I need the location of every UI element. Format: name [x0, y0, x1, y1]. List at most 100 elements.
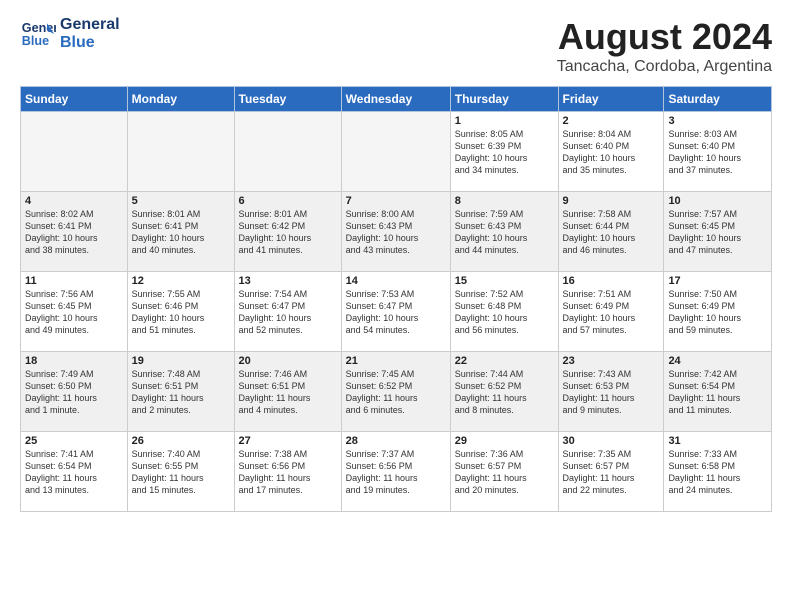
header-tuesday: Tuesday: [234, 87, 341, 112]
day-info: Sunrise: 8:04 AM Sunset: 6:40 PM Dayligh…: [563, 128, 660, 177]
day-info: Sunrise: 8:01 AM Sunset: 6:42 PM Dayligh…: [239, 208, 337, 257]
day-info: Sunrise: 7:38 AM Sunset: 6:56 PM Dayligh…: [239, 448, 337, 497]
day-number: 10: [668, 195, 767, 207]
day-info: Sunrise: 7:35 AM Sunset: 6:57 PM Dayligh…: [563, 448, 660, 497]
day-number: 5: [132, 195, 230, 207]
calendar-day-cell: 16Sunrise: 7:51 AM Sunset: 6:49 PM Dayli…: [558, 272, 664, 352]
day-number: 8: [455, 195, 554, 207]
calendar-body: 1Sunrise: 8:05 AM Sunset: 6:39 PM Daylig…: [21, 112, 772, 512]
calendar-day-cell: 25Sunrise: 7:41 AM Sunset: 6:54 PM Dayli…: [21, 432, 128, 512]
day-number: 20: [239, 355, 337, 367]
calendar-day-cell: 10Sunrise: 7:57 AM Sunset: 6:45 PM Dayli…: [664, 192, 772, 272]
day-info: Sunrise: 7:56 AM Sunset: 6:45 PM Dayligh…: [25, 288, 123, 337]
logo: General Blue General Blue: [20, 16, 120, 52]
month-year-title: August 2024: [557, 16, 772, 58]
day-info: Sunrise: 7:33 AM Sunset: 6:58 PM Dayligh…: [668, 448, 767, 497]
day-number: 29: [455, 435, 554, 447]
day-number: 11: [25, 275, 123, 287]
calendar-day-cell: 22Sunrise: 7:44 AM Sunset: 6:52 PM Dayli…: [450, 352, 558, 432]
day-info: Sunrise: 7:46 AM Sunset: 6:51 PM Dayligh…: [239, 368, 337, 417]
day-number: 15: [455, 275, 554, 287]
calendar-week-row: 1Sunrise: 8:05 AM Sunset: 6:39 PM Daylig…: [21, 112, 772, 192]
calendar-day-cell: 6Sunrise: 8:01 AM Sunset: 6:42 PM Daylig…: [234, 192, 341, 272]
logo-icon: General Blue: [20, 16, 56, 52]
calendar-week-row: 25Sunrise: 7:41 AM Sunset: 6:54 PM Dayli…: [21, 432, 772, 512]
logo-general: General: [60, 16, 120, 34]
day-info: Sunrise: 7:57 AM Sunset: 6:45 PM Dayligh…: [668, 208, 767, 257]
header-thursday: Thursday: [450, 87, 558, 112]
calendar-day-cell: 11Sunrise: 7:56 AM Sunset: 6:45 PM Dayli…: [21, 272, 128, 352]
day-number: 9: [563, 195, 660, 207]
calendar-day-cell: 5Sunrise: 8:01 AM Sunset: 6:41 PM Daylig…: [127, 192, 234, 272]
calendar-day-cell: 31Sunrise: 7:33 AM Sunset: 6:58 PM Dayli…: [664, 432, 772, 512]
day-number: 30: [563, 435, 660, 447]
day-number: 24: [668, 355, 767, 367]
calendar-day-cell: 13Sunrise: 7:54 AM Sunset: 6:47 PM Dayli…: [234, 272, 341, 352]
day-info: Sunrise: 8:05 AM Sunset: 6:39 PM Dayligh…: [455, 128, 554, 177]
calendar-day-cell: [21, 112, 128, 192]
day-number: 19: [132, 355, 230, 367]
calendar-day-cell: 28Sunrise: 7:37 AM Sunset: 6:56 PM Dayli…: [341, 432, 450, 512]
day-info: Sunrise: 7:49 AM Sunset: 6:50 PM Dayligh…: [25, 368, 123, 417]
day-number: 6: [239, 195, 337, 207]
calendar-day-cell: 29Sunrise: 7:36 AM Sunset: 6:57 PM Dayli…: [450, 432, 558, 512]
day-number: 1: [455, 115, 554, 127]
day-number: 25: [25, 435, 123, 447]
day-info: Sunrise: 8:02 AM Sunset: 6:41 PM Dayligh…: [25, 208, 123, 257]
calendar-day-cell: 17Sunrise: 7:50 AM Sunset: 6:49 PM Dayli…: [664, 272, 772, 352]
calendar-day-cell: 3Sunrise: 8:03 AM Sunset: 6:40 PM Daylig…: [664, 112, 772, 192]
day-number: 7: [346, 195, 446, 207]
calendar-day-cell: 9Sunrise: 7:58 AM Sunset: 6:44 PM Daylig…: [558, 192, 664, 272]
calendar-day-cell: 21Sunrise: 7:45 AM Sunset: 6:52 PM Dayli…: [341, 352, 450, 432]
calendar-day-cell: [127, 112, 234, 192]
header-sunday: Sunday: [21, 87, 128, 112]
location-label: Tancacha, Cordoba, Argentina: [557, 58, 772, 76]
day-number: 16: [563, 275, 660, 287]
day-number: 13: [239, 275, 337, 287]
calendar-day-cell: 26Sunrise: 7:40 AM Sunset: 6:55 PM Dayli…: [127, 432, 234, 512]
logo-blue: Blue: [60, 34, 120, 52]
header-saturday: Saturday: [664, 87, 772, 112]
calendar-week-row: 18Sunrise: 7:49 AM Sunset: 6:50 PM Dayli…: [21, 352, 772, 432]
day-info: Sunrise: 7:42 AM Sunset: 6:54 PM Dayligh…: [668, 368, 767, 417]
page: General Blue General Blue August 2024 Ta…: [0, 0, 792, 522]
day-info: Sunrise: 7:55 AM Sunset: 6:46 PM Dayligh…: [132, 288, 230, 337]
day-number: 26: [132, 435, 230, 447]
calendar-day-cell: 30Sunrise: 7:35 AM Sunset: 6:57 PM Dayli…: [558, 432, 664, 512]
day-number: 31: [668, 435, 767, 447]
day-info: Sunrise: 7:45 AM Sunset: 6:52 PM Dayligh…: [346, 368, 446, 417]
day-number: 28: [346, 435, 446, 447]
day-number: 2: [563, 115, 660, 127]
calendar-day-cell: 24Sunrise: 7:42 AM Sunset: 6:54 PM Dayli…: [664, 352, 772, 432]
day-info: Sunrise: 7:54 AM Sunset: 6:47 PM Dayligh…: [239, 288, 337, 337]
day-number: 3: [668, 115, 767, 127]
calendar-day-cell: 8Sunrise: 7:59 AM Sunset: 6:43 PM Daylig…: [450, 192, 558, 272]
title-block: August 2024 Tancacha, Cordoba, Argentina: [557, 16, 772, 76]
day-number: 18: [25, 355, 123, 367]
day-info: Sunrise: 7:52 AM Sunset: 6:48 PM Dayligh…: [455, 288, 554, 337]
day-info: Sunrise: 7:37 AM Sunset: 6:56 PM Dayligh…: [346, 448, 446, 497]
day-number: 22: [455, 355, 554, 367]
calendar-day-cell: 12Sunrise: 7:55 AM Sunset: 6:46 PM Dayli…: [127, 272, 234, 352]
calendar-header: Sunday Monday Tuesday Wednesday Thursday…: [21, 87, 772, 112]
day-info: Sunrise: 7:36 AM Sunset: 6:57 PM Dayligh…: [455, 448, 554, 497]
day-info: Sunrise: 7:44 AM Sunset: 6:52 PM Dayligh…: [455, 368, 554, 417]
header-wednesday: Wednesday: [341, 87, 450, 112]
weekday-header-row: Sunday Monday Tuesday Wednesday Thursday…: [21, 87, 772, 112]
svg-text:Blue: Blue: [22, 34, 49, 48]
calendar-day-cell: 7Sunrise: 8:00 AM Sunset: 6:43 PM Daylig…: [341, 192, 450, 272]
calendar-week-row: 11Sunrise: 7:56 AM Sunset: 6:45 PM Dayli…: [21, 272, 772, 352]
day-number: 21: [346, 355, 446, 367]
day-info: Sunrise: 7:48 AM Sunset: 6:51 PM Dayligh…: [132, 368, 230, 417]
header-monday: Monday: [127, 87, 234, 112]
day-info: Sunrise: 7:50 AM Sunset: 6:49 PM Dayligh…: [668, 288, 767, 337]
day-info: Sunrise: 8:01 AM Sunset: 6:41 PM Dayligh…: [132, 208, 230, 257]
day-number: 17: [668, 275, 767, 287]
calendar-day-cell: 4Sunrise: 8:02 AM Sunset: 6:41 PM Daylig…: [21, 192, 128, 272]
day-number: 23: [563, 355, 660, 367]
calendar-day-cell: [341, 112, 450, 192]
header-friday: Friday: [558, 87, 664, 112]
calendar-day-cell: 23Sunrise: 7:43 AM Sunset: 6:53 PM Dayli…: [558, 352, 664, 432]
calendar-day-cell: 2Sunrise: 8:04 AM Sunset: 6:40 PM Daylig…: [558, 112, 664, 192]
calendar-table: Sunday Monday Tuesday Wednesday Thursday…: [20, 86, 772, 512]
